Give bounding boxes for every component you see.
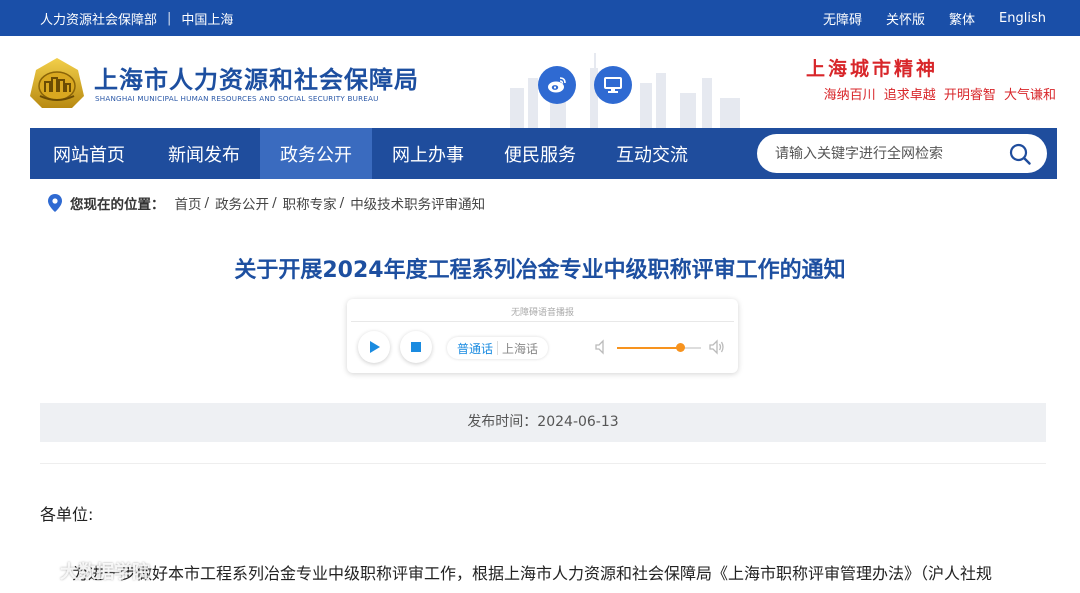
volume-high-icon[interactable] <box>709 339 725 355</box>
article-paragraph: 为进一步做好本市工程系列冶金专业中级职称评审工作，根据上海市人力资源和社会保障局… <box>72 564 993 583</box>
lang-mandarin[interactable]: 普通话 <box>453 340 497 357</box>
site-header: 上海市人力资源和社会保障局 SHANGHAI MUNICIPAL HUMAN R… <box>0 36 1080 128</box>
article-salutation: 各单位: <box>40 505 94 524</box>
breadcrumb-label: 您现在的位置： <box>70 197 165 213</box>
link-accessibility[interactable]: 无障碍 <box>823 9 862 28</box>
watermark-logo-icon <box>9 560 52 582</box>
nav-interaction[interactable]: 互动交流 <box>596 128 708 179</box>
breadcrumb-home[interactable]: 首页 <box>175 193 202 213</box>
breadcrumb-current[interactable]: 中级技术职务评审通知 <box>350 193 485 213</box>
stop-button[interactable] <box>400 331 432 363</box>
lang-shanghainese[interactable]: 上海话 <box>498 340 542 357</box>
link-traditional-chinese[interactable]: 繁体 <box>949 9 975 28</box>
content-divider <box>40 463 1046 464</box>
breadcrumb-separator: / <box>272 195 277 211</box>
link-english[interactable]: English <box>999 11 1046 26</box>
search-input[interactable] <box>775 134 1005 173</box>
link-care-mode[interactable]: 关怀版 <box>886 9 925 28</box>
watermark: 大数据学院 <box>8 558 150 584</box>
search-box <box>757 134 1047 173</box>
breadcrumb-separator: / <box>339 195 345 211</box>
top-bar: 人力资源社会保障部 | 中国上海 无障碍 关怀版 繁体 English <box>0 0 1080 36</box>
nav-online-services[interactable]: 网上办事 <box>372 128 484 179</box>
main-nav: 网站首页 新闻发布 政务公开 网上办事 便民服务 互动交流 <box>30 128 1057 179</box>
article-title: 关于开展2024年度工程系列冶金专业中级职称评审工作的通知 <box>234 258 846 283</box>
nav-government-affairs[interactable]: 政务公开 <box>260 128 372 179</box>
link-china-shanghai[interactable]: 中国上海 <box>181 9 233 28</box>
volume-fill <box>617 347 680 349</box>
breadcrumb-separator: / <box>204 195 210 211</box>
play-button[interactable] <box>358 331 390 363</box>
breadcrumb-title-experts[interactable]: 职称专家 <box>283 193 337 213</box>
language-toggle: 普通话 上海话 <box>447 337 548 359</box>
bureau-emblem-icon[interactable] <box>28 56 86 110</box>
publish-date: 发布时间：2024-06-13 <box>40 403 1046 442</box>
watermark-text: 大数据学院 <box>60 562 150 583</box>
audio-player: 无障碍语音播报 普通话 上海话 <box>347 299 738 373</box>
play-icon <box>370 341 380 353</box>
top-bar-right: 无障碍 关怀版 繁体 English <box>823 0 1046 36</box>
link-mohrss[interactable]: 人力资源社会保障部 <box>40 9 157 28</box>
volume-low-icon[interactable] <box>594 339 610 355</box>
city-spirit-title: 上海城市精神 <box>805 58 938 80</box>
nav-public-services[interactable]: 便民服务 <box>484 128 596 179</box>
player-divider <box>351 321 734 322</box>
search-icon[interactable] <box>1009 143 1031 165</box>
weibo-icon <box>548 77 566 93</box>
top-bar-left: 人力资源社会保障部 | 中国上海 <box>40 0 233 36</box>
volume-slider[interactable] <box>617 343 701 352</box>
breadcrumb-government-affairs[interactable]: 政务公开 <box>215 193 269 213</box>
stop-icon <box>411 342 421 352</box>
volume-knob[interactable] <box>676 343 685 352</box>
breadcrumb: 您现在的位置： 首页 / 政务公开 / 职称专家 / 中级技术职务评审通知 <box>48 193 485 213</box>
top-bar-separator: | <box>167 10 172 26</box>
monitor-icon <box>604 77 622 93</box>
site-title-english: SHANGHAI MUNICIPAL HUMAN RESOURCES AND S… <box>95 94 379 103</box>
nav-news[interactable]: 新闻发布 <box>148 128 260 179</box>
nav-home[interactable]: 网站首页 <box>30 128 148 179</box>
location-pin-icon <box>48 194 62 212</box>
city-spirit-slogan: 海纳百川 追求卓越 开明睿智 大气谦和 <box>823 88 1056 103</box>
site-title[interactable]: 上海市人力资源和社会保障局 <box>94 60 419 95</box>
desktop-button[interactable] <box>594 66 632 104</box>
player-title: 无障碍语音播报 <box>510 308 574 318</box>
weibo-button[interactable] <box>538 66 576 104</box>
